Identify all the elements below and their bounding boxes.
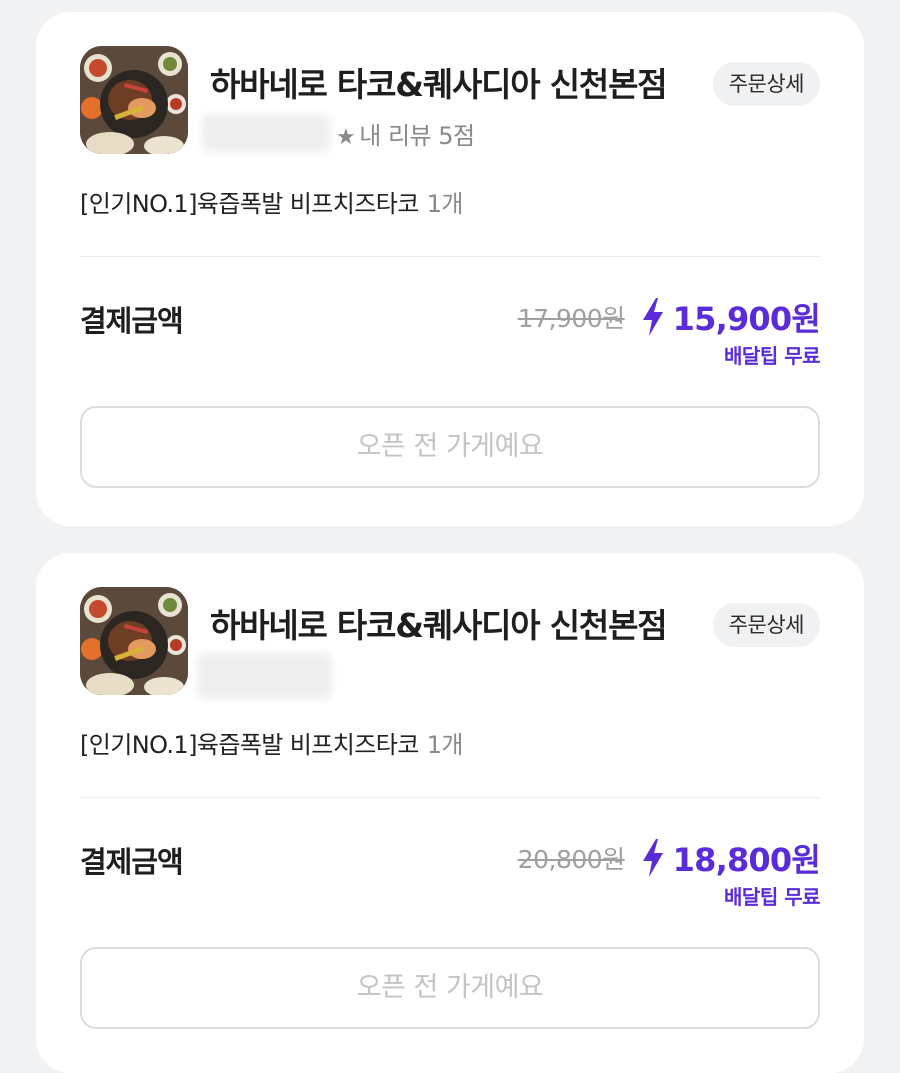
menu-item-qty: 1개 (426, 190, 464, 218)
menu-summary: [인기NO.1]육즙폭발 비프치즈타코 1개 (80, 184, 463, 219)
payment-label: 결제금액 (80, 304, 184, 338)
lightning-icon (641, 839, 665, 877)
store-closed-button[interactable]: 오픈 전 가게예요 (80, 406, 820, 488)
store-name[interactable]: 하바네로 타코&퀘사디아 신천본점 (210, 58, 668, 106)
store-thumbnail[interactable] (80, 587, 188, 695)
review-text: 내 리뷰 5점 (359, 122, 475, 150)
my-review[interactable]: ★ 내 리뷰 5점 (336, 116, 475, 151)
divider (80, 797, 820, 798)
final-price: 18,800원 (672, 841, 821, 879)
delivery-tip-label: 배달팁 무료 (724, 344, 820, 368)
price-row: 20,800원 18,800원 (517, 835, 821, 881)
store-thumbnail[interactable] (80, 46, 188, 154)
food-image-icon (80, 587, 188, 695)
menu-summary: [인기NO.1]육즙폭발 비프치즈타코 1개 (80, 725, 463, 760)
star-icon: ★ (336, 125, 356, 150)
store-closed-button[interactable]: 오픈 전 가게예요 (80, 947, 820, 1029)
menu-item-name: [인기NO.1]육즙폭발 비프치즈타코 (80, 190, 419, 218)
store-name[interactable]: 하바네로 타코&퀘사디아 신천본점 (210, 599, 668, 647)
final-price: 15,900원 (672, 300, 821, 338)
order-card: 하바네로 타코&퀘사디아 신천본점 주문상세 [인기NO.1]육즙폭발 비프치즈… (36, 553, 864, 1073)
lightning-icon (641, 298, 665, 336)
order-detail-button[interactable]: 주문상세 (712, 62, 820, 106)
price-row: 17,900원 15,900원 (517, 294, 821, 340)
original-price: 20,800원 (517, 845, 625, 874)
delivery-tip-label: 배달팁 무료 (724, 885, 820, 909)
blurred-info (198, 653, 332, 699)
divider (80, 256, 820, 257)
menu-item-qty: 1개 (426, 731, 464, 759)
order-detail-button[interactable]: 주문상세 (712, 603, 820, 647)
original-price: 17,900원 (517, 304, 625, 333)
payment-label: 결제금액 (80, 845, 184, 879)
menu-item-name: [인기NO.1]육즙폭발 비프치즈타코 (80, 731, 419, 759)
order-card: 하바네로 타코&퀘사디아 신천본점 주문상세 ★ 내 리뷰 5점 [인기NO.1]… (36, 12, 864, 526)
food-image-icon (80, 46, 188, 154)
blurred-info (202, 114, 330, 152)
